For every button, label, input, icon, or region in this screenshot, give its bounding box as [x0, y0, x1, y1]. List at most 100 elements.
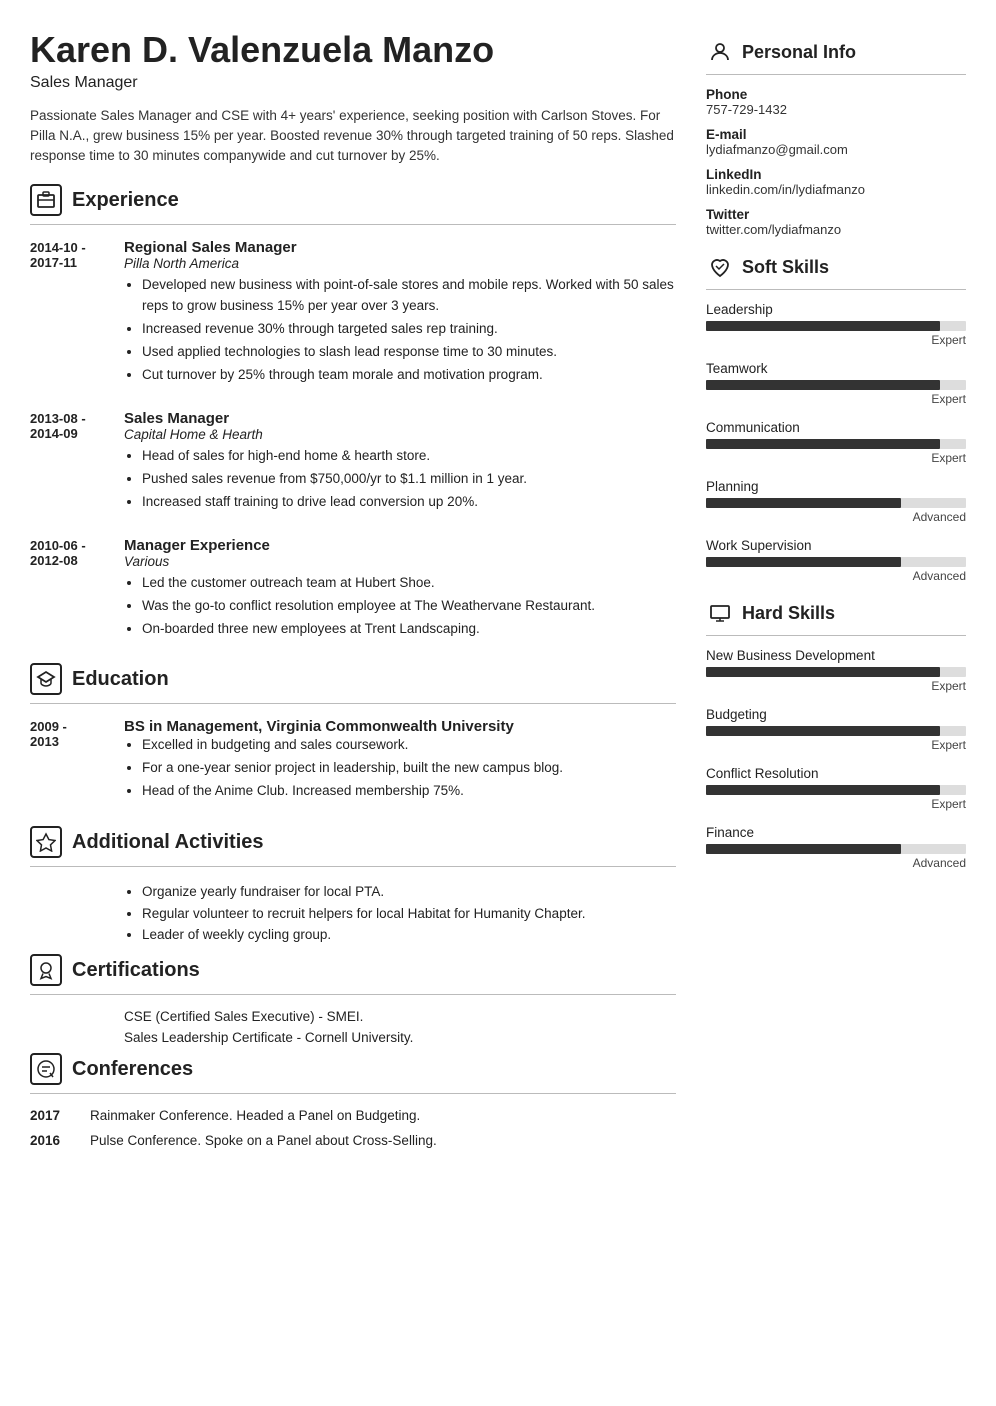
- skill-level: Expert: [706, 392, 966, 406]
- skill-item: Work Supervision Advanced: [706, 538, 966, 583]
- experience-entries: 2014-10 -2017-11 Regional Sales Manager …: [30, 239, 676, 641]
- job-title: Sales Manager: [124, 410, 676, 427]
- education-entry: 2009 -2013 BS in Management, Virginia Co…: [30, 718, 676, 804]
- conferences-icon: [30, 1053, 62, 1085]
- bullet: Head of sales for high-end home & hearth…: [142, 446, 676, 467]
- skill-bar: [706, 380, 966, 390]
- conference-entry: 2016 Pulse Conference. Spoke on a Panel …: [30, 1133, 676, 1148]
- bullet: Increased staff training to drive lead c…: [142, 492, 676, 513]
- experience-entry: 2014-10 -2017-11 Regional Sales Manager …: [30, 239, 676, 388]
- hard-skills-list: New Business Development Expert Budgetin…: [706, 648, 966, 870]
- entry-body: BS in Management, Virginia Commonwealth …: [124, 718, 676, 804]
- conference-description: Rainmaker Conference. Headed a Panel on …: [90, 1108, 420, 1123]
- personal-info-item-label: Twitter: [706, 207, 966, 222]
- skill-item: Communication Expert: [706, 420, 966, 465]
- skill-bar: [706, 785, 966, 795]
- soft-skills-icon: [706, 253, 734, 281]
- bullet: Led the customer outreach team at Hubert…: [142, 573, 676, 594]
- certifications-icon: [30, 954, 62, 986]
- certification-item: CSE (Certified Sales Executive) - SMEI.: [124, 1009, 676, 1024]
- experience-icon: [30, 184, 62, 216]
- skill-bar-fill: [706, 380, 940, 390]
- resume-title: Sales Manager: [30, 74, 676, 92]
- skill-bar-fill: [706, 726, 940, 736]
- certifications-divider: [30, 994, 676, 995]
- additional-bullet: Regular volunteer to recruit helpers for…: [142, 903, 676, 925]
- bullet: Pushed sales revenue from $750,000/yr to…: [142, 469, 676, 490]
- soft-skills-label: Soft Skills: [742, 257, 829, 278]
- entry-body: Manager Experience Various Led the custo…: [124, 537, 676, 642]
- bullet: Excelled in budgeting and sales coursewo…: [142, 735, 676, 756]
- entry-body: Sales Manager Capital Home & Hearth Head…: [124, 410, 676, 515]
- bullet: On-boarded three new employees at Trent …: [142, 619, 676, 640]
- entry-bullets: Led the customer outreach team at Hubert…: [124, 573, 676, 640]
- experience-entry: 2013-08 -2014-09 Sales Manager Capital H…: [30, 410, 676, 515]
- skill-level: Expert: [706, 679, 966, 693]
- certifications-items: CSE (Certified Sales Executive) - SMEI. S…: [124, 1009, 676, 1045]
- personal-info-divider: [706, 74, 966, 75]
- degree: BS in Management, Virginia Commonwealth …: [124, 718, 676, 735]
- entry-date: 2009 -2013: [30, 718, 108, 804]
- skill-level: Expert: [706, 451, 966, 465]
- conference-year: 2016: [30, 1133, 70, 1148]
- skill-level: Expert: [706, 333, 966, 347]
- skill-bar-fill: [706, 844, 901, 854]
- bullet: Developed new business with point-of-sal…: [142, 275, 676, 317]
- skill-bar-fill: [706, 321, 940, 331]
- bullet: Increased revenue 30% through targeted s…: [142, 319, 676, 340]
- skill-bar: [706, 557, 966, 567]
- certifications-label: Certifications: [72, 959, 200, 982]
- resume-container: Karen D. Valenzuela Manzo Sales Manager …: [0, 0, 996, 1406]
- personal-info-item-label: Phone: [706, 87, 966, 102]
- skill-level: Expert: [706, 797, 966, 811]
- company: Pilla North America: [124, 256, 676, 271]
- skill-name: New Business Development: [706, 648, 966, 663]
- skill-name: Communication: [706, 420, 966, 435]
- hard-skills-divider: [706, 635, 966, 636]
- entry-bullets: Developed new business with point-of-sal…: [124, 275, 676, 386]
- bullet: Cut turnover by 25% through team morale …: [142, 365, 676, 386]
- certification-item: Sales Leadership Certificate - Cornell U…: [124, 1030, 676, 1045]
- skill-bar: [706, 439, 966, 449]
- hard-skills-header: Hard Skills: [706, 599, 966, 627]
- skill-name: Teamwork: [706, 361, 966, 376]
- conferences-divider: [30, 1093, 676, 1094]
- skill-name: Planning: [706, 479, 966, 494]
- bullet: For a one-year senior project in leaders…: [142, 758, 676, 779]
- conference-entry: 2017 Rainmaker Conference. Headed a Pane…: [30, 1108, 676, 1123]
- job-title: Regional Sales Manager: [124, 239, 676, 256]
- additional-divider: [30, 866, 676, 867]
- personal-info-item-value: lydiafmanzo@gmail.com: [706, 142, 966, 157]
- personal-info-item-label: E-mail: [706, 127, 966, 142]
- personal-info-item-value: twitter.com/lydiafmanzo: [706, 222, 966, 237]
- additional-bullet: Organize yearly fundraiser for local PTA…: [142, 881, 676, 903]
- conferences-label: Conferences: [72, 1058, 193, 1081]
- personal-info-item: LinkedIn linkedin.com/in/lydiafmanzo: [706, 167, 966, 197]
- entry-date: 2013-08 -2014-09: [30, 410, 108, 515]
- education-entries: 2009 -2013 BS in Management, Virginia Co…: [30, 718, 676, 804]
- resume-name: Karen D. Valenzuela Manzo: [30, 30, 676, 70]
- personal-info-item: Twitter twitter.com/lydiafmanzo: [706, 207, 966, 237]
- skill-bar: [706, 844, 966, 854]
- job-title: Manager Experience: [124, 537, 676, 554]
- skill-item: Teamwork Expert: [706, 361, 966, 406]
- personal-info-label: Personal Info: [742, 42, 856, 63]
- personal-info-item-value: linkedin.com/in/lydiafmanzo: [706, 182, 966, 197]
- entry-date: 2014-10 -2017-11: [30, 239, 108, 388]
- soft-skills-divider: [706, 289, 966, 290]
- experience-label: Experience: [72, 189, 179, 212]
- experience-section-header: Experience: [30, 184, 676, 216]
- edu-bullets: Excelled in budgeting and sales coursewo…: [124, 735, 676, 802]
- experience-entry: 2010-06 -2012-08 Manager Experience Vari…: [30, 537, 676, 642]
- right-column: Personal Info Phone 757-729-1432 E-mail …: [706, 30, 966, 1376]
- personal-info-item-value: 757-729-1432: [706, 102, 966, 117]
- additional-icon: [30, 826, 62, 858]
- skill-name: Work Supervision: [706, 538, 966, 553]
- education-icon: [30, 663, 62, 695]
- skill-item: Planning Advanced: [706, 479, 966, 524]
- left-column: Karen D. Valenzuela Manzo Sales Manager …: [30, 30, 676, 1376]
- soft-skills-list: Leadership Expert Teamwork Expert Commun…: [706, 302, 966, 583]
- skill-name: Conflict Resolution: [706, 766, 966, 781]
- conferences-section-header: Conferences: [30, 1053, 676, 1085]
- additional-bullets: Organize yearly fundraiser for local PTA…: [124, 881, 676, 946]
